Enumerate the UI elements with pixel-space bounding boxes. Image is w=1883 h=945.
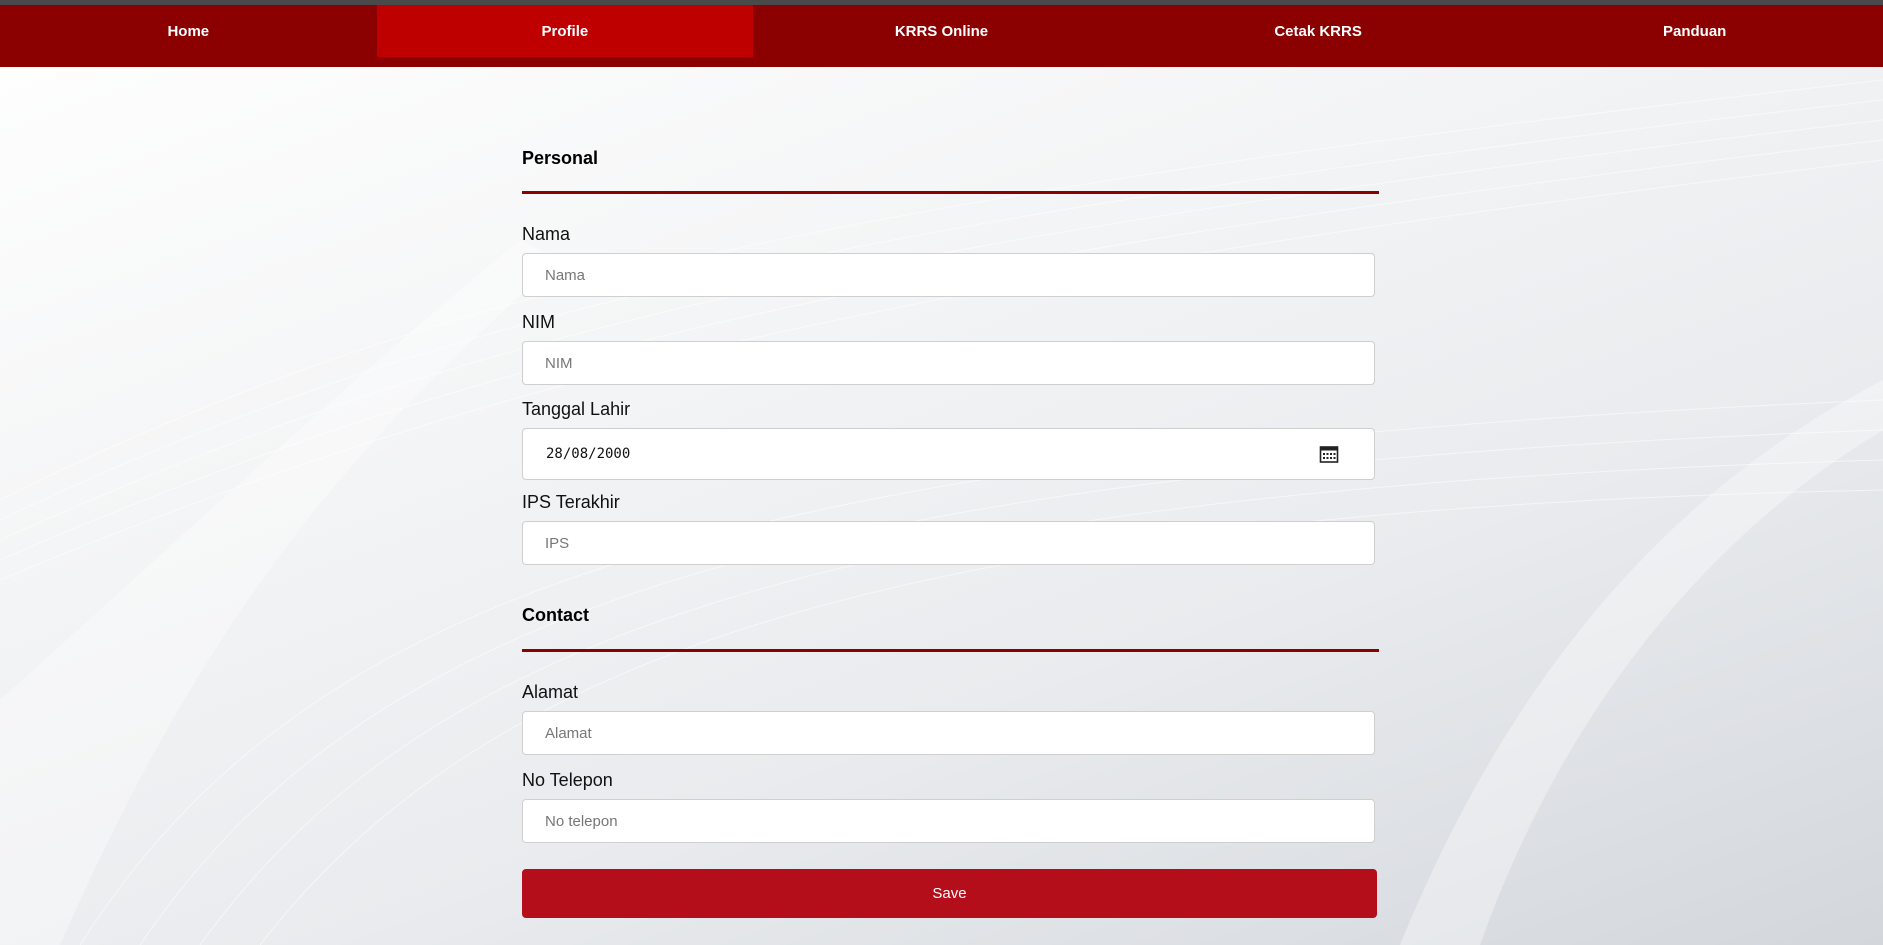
alamat-input[interactable]: [523, 712, 1374, 754]
alamat-field-box: [522, 711, 1375, 755]
nav-cetak-krrs[interactable]: Cetak KRRS: [1130, 5, 1507, 57]
tanggal-lahir-field[interactable]: 28/08/2000: [522, 428, 1375, 480]
nav-krrs-online[interactable]: KRRS Online: [753, 5, 1130, 57]
nama-input[interactable]: [523, 254, 1374, 296]
nama-field-box: [522, 253, 1375, 297]
section-divider-contact: [522, 649, 1379, 652]
section-title-personal: Personal: [522, 148, 599, 168]
nim-input[interactable]: [523, 342, 1374, 384]
section-title-contact: Contact: [522, 605, 589, 625]
nama-label: Nama: [522, 224, 571, 244]
save-button[interactable]: Save: [522, 869, 1377, 918]
telepon-label: No Telepon: [522, 770, 613, 790]
main-navbar: Home Profile KRRS Online Cetak KRRS Pand…: [0, 5, 1883, 67]
nav-home[interactable]: Home: [0, 5, 377, 57]
window-top-strip: [0, 0, 1883, 5]
alamat-label: Alamat: [522, 682, 579, 702]
ips-label: IPS Terakhir: [522, 492, 620, 512]
ips-input[interactable]: [523, 522, 1374, 564]
tanggal-lahir-label: Tanggal Lahir: [522, 399, 631, 419]
telepon-field-box: [522, 799, 1375, 843]
nav-profile[interactable]: Profile: [376, 5, 754, 57]
tanggal-lahir-value: 28/08/2000: [546, 446, 631, 462]
nim-field-box: [522, 341, 1375, 385]
section-divider-personal: [522, 191, 1379, 194]
nim-label: NIM: [522, 312, 555, 332]
telepon-input[interactable]: [523, 800, 1374, 842]
calendar-icon[interactable]: [1319, 444, 1339, 464]
nav-panduan[interactable]: Panduan: [1506, 5, 1883, 57]
ips-field-box: [522, 521, 1375, 565]
